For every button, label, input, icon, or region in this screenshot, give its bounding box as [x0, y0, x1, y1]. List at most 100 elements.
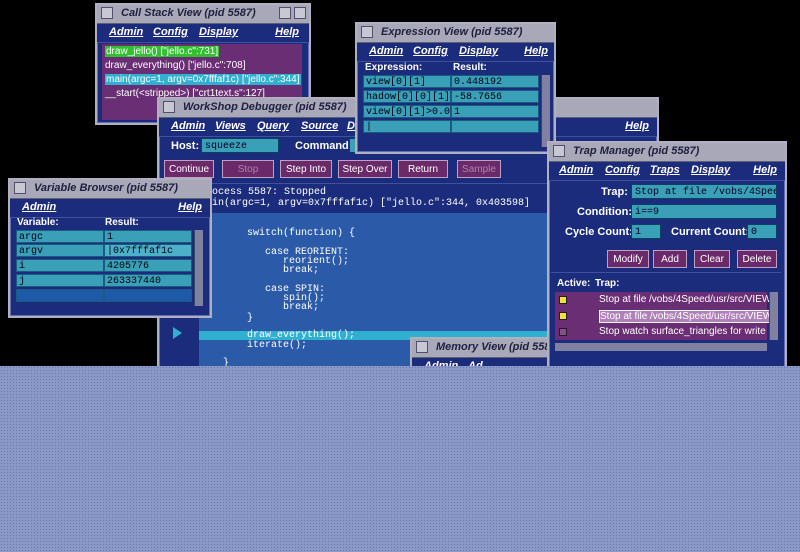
condition-field[interactable]: i==9: [631, 204, 777, 219]
trap-list[interactable]: Stop at file /vobs/4Speed/usr/src/VIEW/ …: [555, 292, 777, 340]
variable-menubar: Admin Help: [10, 199, 210, 218]
step-into-button[interactable]: Step Into: [280, 160, 332, 178]
menu-source[interactable]: Source: [301, 120, 338, 132]
active-checkbox[interactable]: [559, 312, 567, 320]
result-cell[interactable]: [104, 289, 192, 302]
current-pc-arrow-icon: [173, 327, 182, 339]
result-cell[interactable]: 263337440: [104, 274, 192, 287]
minimize-icon[interactable]: [279, 7, 291, 19]
expression-titlebar[interactable]: Expression View (pid 5587): [357, 24, 554, 43]
menu-help[interactable]: Help: [524, 45, 548, 57]
expression-cell[interactable]: hadow[0][0][1]: [363, 90, 451, 103]
step-over-button[interactable]: Step Over: [338, 160, 392, 178]
maximize-icon[interactable]: [294, 7, 306, 19]
menu-admin[interactable]: Admin: [171, 120, 205, 132]
expression-menubar: Admin Config Display Help: [357, 43, 554, 62]
expression-column-header: Expression:: [365, 62, 423, 73]
window-menu-icon[interactable]: [163, 101, 175, 113]
menu-traps[interactable]: Traps: [650, 164, 680, 176]
code-line: }: [247, 313, 254, 324]
menu-help[interactable]: Help: [753, 164, 777, 176]
result-cell[interactable]: 1: [104, 230, 192, 243]
menu-help[interactable]: Help: [625, 120, 649, 132]
modify-button[interactable]: Modify: [607, 250, 649, 268]
clear-button[interactable]: Clear: [694, 250, 730, 268]
trap-list-scrollbar[interactable]: [769, 292, 778, 340]
code-line: switch(function) {: [247, 228, 356, 239]
expression-cell[interactable]: view[0][1]: [363, 75, 451, 88]
stop-button[interactable]: Stop: [222, 160, 274, 178]
menu-admin[interactable]: Admin: [559, 164, 593, 176]
menu-views[interactable]: Views: [215, 120, 246, 132]
variable-titlebar[interactable]: Variable Browser (pid 5587): [10, 180, 210, 199]
menu-help[interactable]: Help: [275, 26, 299, 38]
menu-display[interactable]: Display: [459, 45, 498, 57]
result-column-header: Result:: [105, 217, 139, 228]
call-stack-title: Call Stack View (pid 5587): [121, 7, 256, 19]
window-menu-icon[interactable]: [553, 145, 565, 157]
trap-manager-window: Trap Manager (pid 5587) Admin Config Tra…: [547, 141, 787, 381]
debugger-title: WorkShop Debugger (pid 5587): [183, 101, 347, 113]
code-line: iterate();: [247, 340, 308, 351]
delete-button[interactable]: Delete: [737, 250, 777, 268]
menu-display[interactable]: Display: [199, 26, 238, 38]
menu-config[interactable]: Config: [413, 45, 448, 57]
result-cell: -58.7656: [451, 90, 539, 103]
expression-cell[interactable]: |: [363, 120, 451, 133]
current-count-field[interactable]: 0: [747, 224, 777, 239]
trap-divider: [551, 272, 781, 273]
list-item[interactable]: draw_everything() ["jello.c":708]: [105, 60, 246, 71]
menu-admin[interactable]: Admin: [109, 26, 143, 38]
variable-title: Variable Browser (pid 5587): [34, 182, 178, 194]
active-checkbox[interactable]: [559, 296, 567, 304]
desktop-background: [0, 366, 800, 552]
menu-admin[interactable]: Admin: [369, 45, 403, 57]
trap-field[interactable]: Stop at file /vobs/4Speed: [631, 184, 777, 199]
window-menu-icon[interactable]: [14, 182, 26, 194]
active-checkbox[interactable]: [559, 328, 567, 336]
variable-cell: [16, 289, 104, 302]
variable-cell: argc: [16, 230, 104, 243]
result-cell: 0.448192: [451, 75, 539, 88]
variable-scrollbar[interactable]: [194, 230, 203, 306]
condition-label: Condition:: [577, 206, 632, 218]
return-button[interactable]: Return: [398, 160, 448, 178]
cycle-count-label: Cycle Count:: [565, 226, 633, 238]
call-stack-titlebar[interactable]: Call Stack View (pid 5587): [97, 5, 309, 24]
trap-label: Trap:: [601, 186, 628, 198]
menu-help[interactable]: Help: [178, 201, 202, 213]
list-item[interactable]: draw_jello() ["jello.c":731]: [105, 46, 220, 57]
trap-menubar: Admin Config Traps Display Help: [549, 162, 785, 181]
sample-button[interactable]: Sample: [457, 160, 501, 178]
menu-admin[interactable]: Admin: [22, 201, 56, 213]
trap-column-header: Trap:: [595, 278, 620, 289]
trap-title: Trap Manager (pid 5587): [573, 145, 700, 157]
memory-title: Memory View (pid 5587): [436, 341, 554, 353]
expression-window: Expression View (pid 5587) Admin Config …: [355, 22, 556, 154]
trap-item[interactable]: Stop at file /vobs/4Speed/usr/src/VIEW/: [599, 294, 774, 305]
menu-display[interactable]: Display: [691, 164, 730, 176]
list-item[interactable]: main(argc=1, argv=0x7fffaf1c) ["jello.c"…: [105, 74, 301, 85]
cycle-count-field[interactable]: 1: [631, 224, 661, 239]
window-menu-icon[interactable]: [361, 26, 373, 38]
trap-titlebar[interactable]: Trap Manager (pid 5587): [549, 143, 785, 162]
frame-label: main(argc=1, argv=0x7fffaf1c) ["jello.c"…: [105, 74, 301, 85]
trap-hscrollbar[interactable]: [555, 343, 767, 351]
menu-config[interactable]: Config: [605, 164, 640, 176]
trap-item[interactable]: Stop at file /vobs/4Speed/usr/src/VIEW/: [599, 310, 777, 323]
memory-titlebar[interactable]: Memory View (pid 5587): [412, 339, 552, 358]
add-button[interactable]: Add: [653, 250, 687, 268]
menu-config[interactable]: Config: [153, 26, 188, 38]
expression-scrollbar[interactable]: [541, 75, 550, 147]
host-field[interactable]: squeeze: [201, 138, 279, 153]
window-menu-icon[interactable]: [101, 7, 113, 19]
variable-cell: j: [16, 274, 104, 287]
menu-query[interactable]: Query: [257, 120, 289, 132]
menu-d[interactable]: D: [347, 120, 355, 132]
result-cell[interactable]: |0x7fffaf1c: [104, 244, 192, 257]
result-cell[interactable]: 4205776: [104, 259, 192, 272]
expression-cell[interactable]: view[0][1]>0.0: [363, 105, 451, 118]
trap-item[interactable]: Stop watch surface_triangles for write a: [599, 326, 774, 337]
continue-button[interactable]: Continue: [164, 160, 214, 178]
window-menu-icon[interactable]: [416, 341, 428, 353]
